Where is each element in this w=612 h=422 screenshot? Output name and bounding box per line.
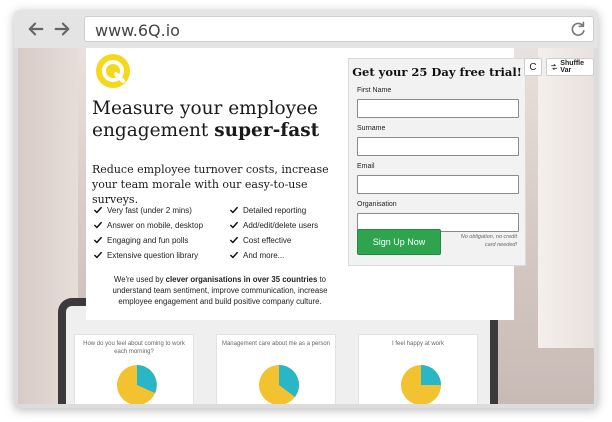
feature-item: Detailed reporting <box>230 205 344 215</box>
feature-item: Very fast (under 2 mins) <box>94 205 230 215</box>
poll-question: Management care about me as a person <box>221 341 331 347</box>
social-proof-prefix: We're used by <box>114 275 166 284</box>
email-label: Email <box>357 163 375 170</box>
reload-icon[interactable] <box>569 20 587 38</box>
no-obligation-note: No obligation, no credit card needed! <box>460 234 517 248</box>
email-field[interactable] <box>357 175 519 194</box>
check-icon <box>230 236 238 244</box>
browser-toolbar: www.6Q.io <box>14 10 598 48</box>
poll-question: How do you feel about coming to work eac… <box>83 341 185 355</box>
poll-card: I feel happy at work <box>358 334 478 404</box>
surname-label: Surname <box>357 125 386 132</box>
poll-question: I feel happy at work <box>391 341 445 347</box>
forward-arrow-icon[interactable] <box>52 19 72 39</box>
first-name-label: First Name <box>357 87 392 94</box>
shuffle-label: Shuffle Var <box>560 60 585 74</box>
poll-card: Management care about me as a person <box>216 334 336 404</box>
feature-label: Cost effective <box>243 235 292 245</box>
url-text: www.6Q.io <box>95 21 180 40</box>
pie-chart-icon <box>117 365 157 404</box>
shuffle-icon <box>551 64 558 70</box>
poll-card: How do you feel about coming to work eac… <box>74 334 194 404</box>
signup-form: Get your 25 Day free trial! First Name S… <box>348 58 526 266</box>
first-name-field[interactable] <box>357 99 519 118</box>
feature-list: Very fast (under 2 mins) Detailed report… <box>94 205 344 260</box>
feature-item: Engaging and fun polls <box>94 235 230 245</box>
check-icon <box>230 221 238 229</box>
check-icon <box>230 251 238 259</box>
feature-label: Engaging and fun polls <box>107 235 189 245</box>
landing-content-panel: Measure your employee engagement super-f… <box>86 48 526 320</box>
laptop-screen: How do you feel about coming to work eac… <box>66 306 490 404</box>
shuffle-button[interactable]: Shuffle Var <box>546 58 594 76</box>
sign-up-button[interactable]: Sign Up Now <box>357 229 441 255</box>
pie-chart-icon <box>259 365 299 404</box>
back-arrow-icon[interactable] <box>26 19 46 39</box>
6q-logo-icon[interactable] <box>96 54 130 88</box>
check-icon <box>94 251 102 259</box>
page-viewport: How do you feel about coming to work eac… <box>18 48 594 404</box>
browser-window: www.6Q.io How do you feel about coming t… <box>14 10 598 408</box>
feature-item: Extensive question library <box>94 250 230 260</box>
feature-item: Add/edit/delete users <box>230 220 344 230</box>
organisation-label: Organisation <box>357 201 397 208</box>
social-proof-bold: clever organisations in over 35 countrie… <box>165 275 318 284</box>
feature-label: And more... <box>243 250 285 260</box>
headline: Measure your employee engagement super-f… <box>92 98 342 142</box>
feature-label: Extensive question library <box>107 250 199 260</box>
headline-bold: super-fast <box>214 120 320 141</box>
feature-item: Answer on mobile, desktop <box>94 220 230 230</box>
feature-item: Cost effective <box>230 235 344 245</box>
social-proof-text: We're used by clever organisations in ov… <box>100 274 340 307</box>
feature-label: Detailed reporting <box>243 205 307 215</box>
subheadline: Reduce employee turnover costs, increase… <box>92 163 329 206</box>
check-icon <box>94 236 102 244</box>
address-bar[interactable]: www.6Q.io <box>84 16 594 42</box>
feature-item: And more... <box>230 250 344 260</box>
c-button[interactable]: C <box>524 58 542 76</box>
form-title: Get your 25 Day free trial! <box>352 65 522 79</box>
background-photo-right <box>538 48 594 348</box>
feature-label: Very fast (under 2 mins) <box>107 205 192 215</box>
surname-field[interactable] <box>357 137 519 156</box>
feature-label: Add/edit/delete users <box>243 220 319 230</box>
feature-label: Answer on mobile, desktop <box>107 220 204 230</box>
check-icon <box>94 221 102 229</box>
check-icon <box>230 206 238 214</box>
pie-chart-icon <box>401 365 441 404</box>
check-icon <box>94 206 102 214</box>
